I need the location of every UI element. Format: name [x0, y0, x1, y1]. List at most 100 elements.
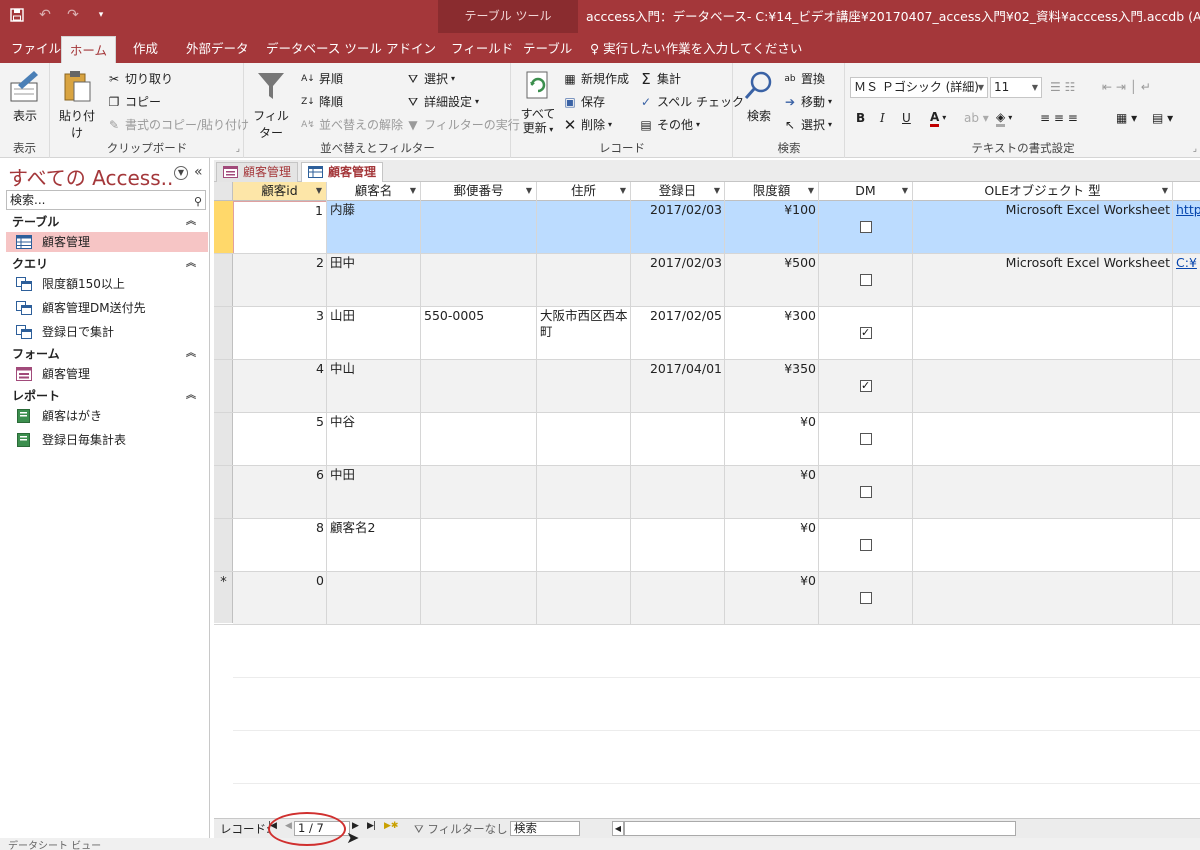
- nav-category-forms[interactable]: フォーム ︽: [0, 344, 208, 364]
- advanced-filter-button[interactable]: ⛛ 詳細設定 ▾: [405, 92, 479, 112]
- header-ole-object[interactable]: OLEオブジェクト 型 ▼: [913, 182, 1173, 201]
- cell-dm[interactable]: [819, 466, 913, 519]
- cell-dm[interactable]: [819, 254, 913, 307]
- dm-checkbox[interactable]: [860, 274, 872, 286]
- cell-ole[interactable]: [913, 360, 1173, 413]
- selection-filter-button[interactable]: ⛛ 選択 ▾: [405, 69, 455, 89]
- redo-icon[interactable]: ↷: [64, 6, 82, 24]
- nav-item-report-postcard[interactable]: 顧客はがき: [6, 406, 208, 426]
- cell-ole[interactable]: Microsoft Excel Worksheet: [913, 254, 1173, 307]
- tab-addin[interactable]: アドイン: [386, 33, 436, 63]
- record-selector[interactable]: [214, 307, 233, 360]
- last-record-button[interactable]: ▶|: [367, 821, 376, 831]
- nav-category-queries[interactable]: クエリ ︽: [0, 254, 208, 274]
- save-icon[interactable]: [8, 6, 26, 24]
- nav-item-table-customer[interactable]: 顧客管理: [6, 232, 208, 252]
- column-dropdown-icon[interactable]: ▼: [714, 182, 720, 200]
- view-button[interactable]: 表示: [8, 69, 42, 124]
- goto-button[interactable]: ➔ 移動 ▾: [782, 92, 832, 112]
- header-credit-limit[interactable]: 限度額 ▼: [725, 182, 819, 201]
- cell-dm[interactable]: [819, 519, 913, 572]
- cell-date[interactable]: 2017/02/03: [631, 201, 725, 254]
- tab-table[interactable]: テーブル: [523, 33, 572, 63]
- cell-zip[interactable]: [421, 360, 537, 413]
- cell-id[interactable]: 5: [233, 413, 327, 466]
- dm-checkbox[interactable]: [860, 325, 872, 341]
- new-record-marker[interactable]: *: [214, 572, 233, 625]
- cell-limit[interactable]: ¥0: [725, 519, 819, 572]
- new-record-nav-button[interactable]: ▶✱: [384, 821, 398, 831]
- refresh-all-button[interactable]: すべて 更新 ▾: [518, 69, 558, 137]
- select-all-corner[interactable]: [214, 182, 233, 201]
- cell-limit[interactable]: ¥300: [725, 307, 819, 360]
- cell-ole[interactable]: Microsoft Excel Worksheet: [913, 201, 1173, 254]
- cell-zip[interactable]: [421, 254, 537, 307]
- cell-link[interactable]: [1173, 466, 1200, 519]
- save-record-button[interactable]: ▣ 保存: [562, 92, 605, 112]
- nav-item-query-limit[interactable]: 限度額150以上: [6, 274, 208, 294]
- cell-link[interactable]: [1173, 307, 1200, 360]
- align-icon[interactable]: ≡ ≡ ≡: [1040, 108, 1078, 128]
- nav-pane-title[interactable]: すべての Access...: [8, 162, 173, 191]
- cell-date[interactable]: [631, 413, 725, 466]
- tab-field[interactable]: フィールド: [451, 33, 513, 63]
- underline-button[interactable]: U: [902, 108, 911, 128]
- copy-button[interactable]: ❐ コピー: [106, 92, 161, 112]
- cell-addr[interactable]: 大阪市西区西本町: [537, 307, 631, 360]
- column-dropdown-icon[interactable]: ▼: [902, 182, 908, 200]
- more-button[interactable]: ▤ その他 ▾: [638, 115, 700, 135]
- record-selector[interactable]: [214, 360, 233, 413]
- nav-category-reports[interactable]: レポート ︽: [0, 386, 208, 406]
- dm-checkbox[interactable]: [860, 433, 872, 445]
- header-customer-name[interactable]: 顧客名 ▼: [327, 182, 421, 201]
- cell-name[interactable]: 内藤: [327, 201, 421, 254]
- cell-id[interactable]: 1: [233, 201, 327, 254]
- indent-icon[interactable]: ⇤ ⇥ │ ↵: [1102, 77, 1151, 97]
- record-selector[interactable]: [214, 519, 233, 572]
- dialog-launcher-icon[interactable]: ⌟: [1193, 144, 1197, 154]
- toggle-filter-button[interactable]: ▼ フィルターの実行: [405, 115, 519, 135]
- replace-button[interactable]: ab 置換: [782, 69, 825, 89]
- cell-addr[interactable]: [537, 466, 631, 519]
- dm-checkbox[interactable]: [860, 592, 872, 604]
- header-address[interactable]: 住所 ▼: [537, 182, 631, 201]
- totals-button[interactable]: Σ 集計: [638, 69, 681, 89]
- cell-link[interactable]: [1173, 519, 1200, 572]
- tab-external-data[interactable]: 外部データ: [186, 33, 249, 63]
- collapse-pane-icon[interactable]: «: [194, 164, 203, 180]
- cell-id[interactable]: 2: [233, 254, 327, 307]
- cell-link[interactable]: [1173, 413, 1200, 466]
- record-selector[interactable]: [214, 466, 233, 519]
- bold-button[interactable]: B: [856, 108, 865, 128]
- alt-row-color-icon[interactable]: ▤ ▾: [1152, 108, 1173, 128]
- italic-button[interactable]: I: [880, 108, 885, 128]
- delete-record-button[interactable]: ✕ 削除 ▾: [562, 115, 612, 135]
- cell-date[interactable]: [631, 519, 725, 572]
- undo-icon[interactable]: ↶: [36, 6, 54, 24]
- cell-id[interactable]: 6: [233, 466, 327, 519]
- cell-dm[interactable]: [819, 413, 913, 466]
- cut-button[interactable]: ✂ 切り取り: [106, 69, 173, 89]
- nav-item-report-regdate[interactable]: 登録日毎集計表: [6, 430, 208, 450]
- dm-checkbox[interactable]: [860, 539, 872, 551]
- nav-search-input[interactable]: 検索... ⚲: [6, 190, 206, 210]
- nav-menu-chevron-icon[interactable]: ▼: [174, 166, 188, 180]
- select-button[interactable]: ↖ 選択 ▾: [782, 115, 832, 135]
- cell-date[interactable]: [631, 466, 725, 519]
- bullet-list-icon[interactable]: ☰ ☷: [1050, 77, 1075, 97]
- customize-qat-icon[interactable]: ▾: [92, 6, 110, 24]
- cell-dm[interactable]: [819, 572, 913, 625]
- cell-ole[interactable]: [913, 466, 1173, 519]
- cell-zip[interactable]: 550-0005: [421, 307, 537, 360]
- cell-limit[interactable]: ¥100: [725, 201, 819, 254]
- cell-addr[interactable]: [537, 360, 631, 413]
- tab-home[interactable]: ホーム: [61, 36, 116, 63]
- dm-checkbox[interactable]: [860, 378, 872, 394]
- doc-tab-table-customer[interactable]: 顧客管理: [301, 162, 384, 183]
- column-dropdown-icon[interactable]: ▼: [526, 182, 532, 200]
- column-dropdown-icon[interactable]: ▼: [808, 182, 814, 200]
- record-selector[interactable]: [214, 201, 233, 254]
- tab-file[interactable]: ファイル: [11, 33, 61, 63]
- cell-name[interactable]: 山田: [327, 307, 421, 360]
- cell-zip[interactable]: [421, 519, 537, 572]
